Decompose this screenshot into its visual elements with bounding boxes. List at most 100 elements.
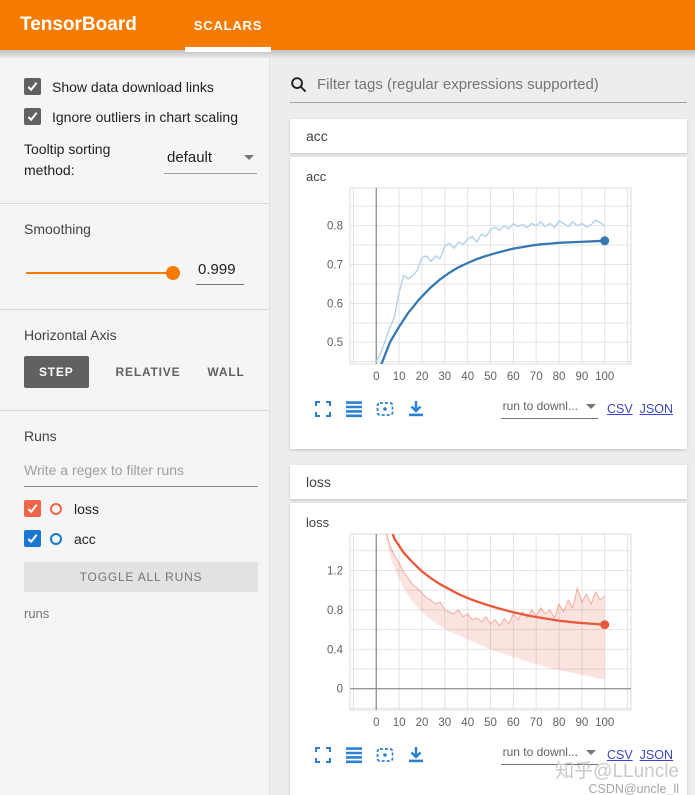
chart-title: loss (306, 515, 330, 530)
svg-text:30: 30 (438, 371, 451, 383)
watermark-csdn: CSDN@uncle_ll (588, 782, 680, 795)
checkbox-show-download-links[interactable]: Show data download links (24, 78, 257, 95)
svg-text:70: 70 (530, 371, 543, 383)
tag-group-header-acc[interactable]: acc (290, 119, 687, 153)
chevron-down-icon (585, 749, 596, 755)
svg-text:100: 100 (595, 717, 614, 729)
run-label: loss (74, 500, 99, 517)
svg-text:10: 10 (393, 371, 406, 383)
download-button[interactable] (407, 400, 425, 418)
svg-text:50: 50 (484, 371, 497, 383)
fullscreen-icon (315, 401, 331, 417)
watermark: 知乎@LLuncle CSDN@uncle_ll (555, 761, 680, 795)
fit-domain-button[interactable] (376, 746, 394, 764)
horizontal-axis-label: Horizontal Axis (24, 327, 117, 343)
svg-text:1.2: 1.2 (327, 566, 343, 578)
settings-sidebar: Show data download links Ignore outliers… (0, 58, 270, 795)
tab-active-underline (185, 47, 271, 52)
acc-chart[interactable]: 0 10 20 30 40 50 60 70 80 90 100 0.5 0.6 0.7 0.8 (304, 185, 687, 398)
run-item-acc[interactable]: acc (24, 530, 257, 547)
fit-domain-icon (376, 402, 394, 416)
tooltip-sorting-value: default (167, 148, 213, 166)
svg-text:60: 60 (507, 717, 520, 729)
svg-text:50: 50 (484, 717, 497, 729)
runs-filter-input[interactable] (24, 456, 258, 487)
smoothing-slider-thumb[interactable] (166, 266, 180, 280)
tag-group-title: acc (306, 128, 328, 144)
svg-text:60: 60 (507, 371, 520, 383)
fullscreen-button[interactable] (314, 746, 332, 764)
download-icon (409, 747, 423, 763)
header-shadow (0, 50, 695, 58)
run-download-select[interactable]: run to downl... (500, 745, 598, 765)
svg-text:0.8: 0.8 (327, 221, 343, 233)
svg-text:0.4: 0.4 (327, 644, 344, 656)
checkbox-checked-icon (24, 108, 41, 125)
svg-text:0: 0 (373, 371, 379, 383)
svg-text:20: 20 (416, 717, 429, 729)
run-download-select[interactable]: run to downl... (500, 399, 598, 419)
svg-text:0: 0 (337, 684, 343, 696)
loss-chart[interactable]: 0 10 20 30 40 50 60 70 80 90 100 0 0.4 0.8 1.2 (304, 531, 687, 744)
filter-tags-input[interactable] (317, 76, 687, 93)
svg-text:10: 10 (393, 717, 406, 729)
toggle-all-runs-button[interactable]: TOGGLE ALL RUNS (24, 562, 258, 592)
axis-button-step[interactable]: STEP (24, 356, 89, 388)
main-content: acc acc 01020304050607080901000.50.60.70… (270, 58, 695, 795)
json-link[interactable]: JSON (640, 402, 673, 416)
download-button[interactable] (407, 746, 425, 764)
smoothing-value[interactable]: 0.999 (196, 261, 244, 285)
tooltip-sorting-select[interactable]: default (164, 147, 257, 174)
chart-title: acc (306, 169, 327, 184)
svg-text:0.6: 0.6 (327, 298, 343, 310)
svg-text:0.7: 0.7 (327, 260, 343, 272)
svg-text:80: 80 (553, 717, 566, 729)
app-header: TensorBoard SCALARS (0, 0, 695, 50)
smoothing-slider[interactable] (26, 266, 180, 280)
fit-domain-button[interactable] (376, 400, 394, 418)
fullscreen-button[interactable] (314, 400, 332, 418)
fullscreen-icon (315, 747, 331, 763)
tooltip-sorting-label: Tooltip sorting method: (24, 141, 111, 178)
svg-text:0: 0 (373, 717, 379, 729)
axis-button-relative[interactable]: RELATIVE (116, 356, 181, 388)
csv-link[interactable]: CSV (607, 748, 633, 762)
tag-group-header-loss[interactable]: loss (290, 465, 687, 499)
csv-link[interactable]: CSV (607, 402, 633, 416)
data-lines-button[interactable] (345, 746, 363, 764)
runs-label: Runs (24, 428, 57, 444)
svg-text:20: 20 (416, 371, 429, 383)
svg-text:30: 30 (438, 717, 451, 729)
filter-tags-bar (290, 76, 687, 103)
run-item-loss[interactable]: loss (24, 500, 257, 517)
search-icon (291, 77, 307, 93)
svg-text:100: 100 (595, 371, 614, 383)
tab-scalars[interactable]: SCALARS (185, 0, 271, 50)
chart-toolbar: run to downl... CSV JSON (314, 745, 673, 765)
svg-text:40: 40 (461, 717, 474, 729)
sidebar-divider (0, 410, 269, 411)
chart-card-loss: loss 0 10 20 30 40 50 60 70 80 90 100 0 0.4 0.8 1.2 ru… (290, 503, 687, 795)
run-download-select-value: run to downl... (502, 399, 578, 413)
checkbox-ignore-outliers[interactable]: Ignore outliers in chart scaling (24, 108, 257, 125)
run-checkbox-loss[interactable] (24, 500, 41, 517)
sidebar-divider (0, 203, 269, 204)
svg-text:90: 90 (576, 371, 589, 383)
run-checkbox-acc[interactable] (24, 530, 41, 547)
watermark-zhihu: 知乎@LLuncle (555, 761, 679, 783)
svg-text:90: 90 (576, 717, 589, 729)
checkbox-label: Ignore outliers in chart scaling (52, 108, 238, 125)
svg-text:80: 80 (553, 371, 566, 383)
tag-group-title: loss (306, 474, 331, 490)
run-label: acc (74, 530, 96, 547)
chevron-down-icon (244, 154, 254, 160)
run-color-swatch-acc (50, 532, 62, 545)
axis-button-wall[interactable]: WALL (207, 356, 244, 388)
run-download-select-value: run to downl... (502, 745, 578, 759)
fit-domain-icon (376, 748, 394, 762)
chart-card-acc: acc 0 10 20 30 40 50 60 70 80 90 100 0.5 0.6 0.7 0.8 r… (290, 157, 687, 449)
data-lines-button[interactable] (345, 400, 363, 418)
runs-footer-text: runs (24, 606, 50, 621)
run-color-swatch-loss (50, 502, 62, 515)
json-link[interactable]: JSON (640, 748, 673, 762)
